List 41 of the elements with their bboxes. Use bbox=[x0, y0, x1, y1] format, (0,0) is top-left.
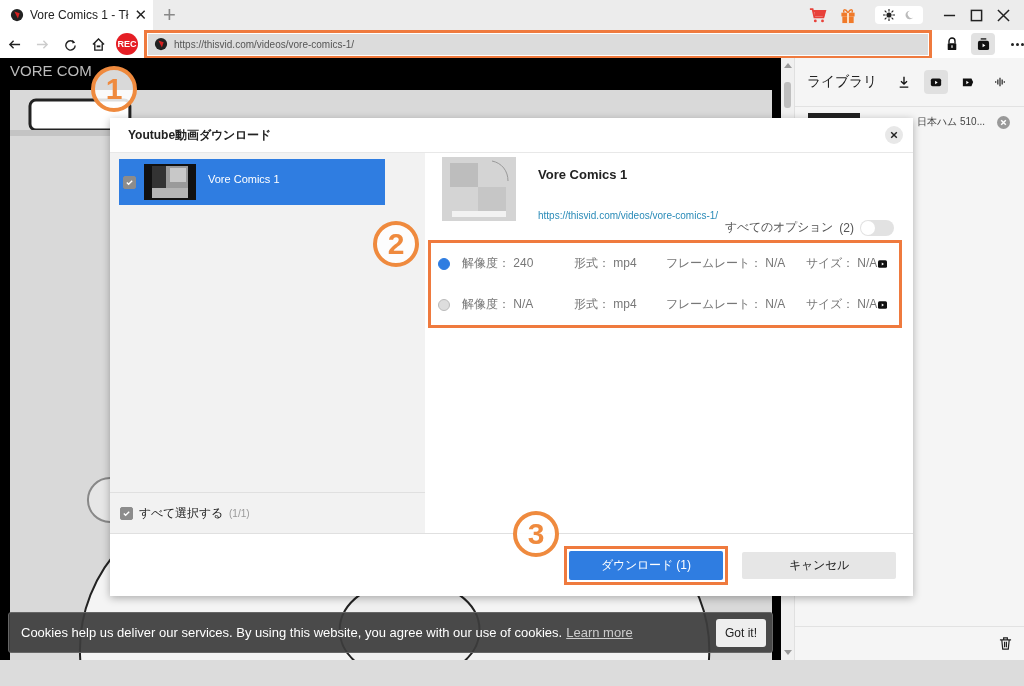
library-item-title: 日本ハム 510... bbox=[916, 115, 986, 129]
close-button[interactable] bbox=[885, 126, 903, 144]
library-tab[interactable] bbox=[924, 70, 948, 94]
cancel-button[interactable]: キャンセル bbox=[742, 551, 896, 579]
library-title: ライブラリ bbox=[807, 73, 879, 91]
address-bar[interactable]: https://thisvid.com/videos/vore-comics-1/ bbox=[148, 33, 928, 55]
options-count: (2) bbox=[839, 220, 854, 235]
video-icon bbox=[878, 259, 887, 268]
cart-icon[interactable] bbox=[809, 6, 827, 24]
video-icon bbox=[930, 76, 942, 88]
download-icon bbox=[898, 76, 910, 88]
new-tab-button[interactable]: + bbox=[163, 4, 176, 26]
close-tab-button[interactable]: ✕ bbox=[134, 6, 148, 24]
theme-toggle[interactable] bbox=[875, 6, 923, 24]
page-heading: VORE COM bbox=[10, 61, 92, 81]
scroll-thumb[interactable] bbox=[784, 82, 792, 108]
site-logo-icon bbox=[154, 37, 168, 51]
size-text: サイズ： N/A bbox=[806, 296, 878, 313]
audio-wave-icon bbox=[994, 76, 1006, 88]
close-icon[interactable] bbox=[997, 8, 1010, 22]
video-download-button[interactable] bbox=[971, 33, 995, 55]
lock-icon[interactable] bbox=[946, 37, 958, 51]
browser-tab[interactable]: Vore Comics 1 - Tł ✕ bbox=[0, 0, 154, 30]
home-icon[interactable] bbox=[92, 37, 105, 51]
sun-icon bbox=[883, 9, 895, 21]
size-text: サイズ： N/A bbox=[806, 255, 878, 272]
app-logo-icon bbox=[10, 8, 24, 22]
video-icon bbox=[976, 37, 990, 51]
reload-icon[interactable] bbox=[64, 37, 77, 51]
trash-icon[interactable] bbox=[999, 637, 1012, 650]
toggle-switch[interactable] bbox=[860, 219, 894, 236]
more-icon[interactable] bbox=[1011, 42, 1024, 46]
remove-icon[interactable] bbox=[997, 115, 1010, 129]
video-icon bbox=[878, 300, 887, 309]
url-text: https://thisvid.com/videos/vore-comics-1/ bbox=[174, 38, 355, 50]
close-icon bbox=[890, 131, 898, 139]
video-clip-icon bbox=[962, 76, 974, 88]
moon-icon bbox=[903, 9, 915, 21]
record-button[interactable]: REC bbox=[116, 33, 138, 55]
maximize-icon[interactable] bbox=[970, 8, 983, 22]
tab-title: Vore Comics 1 - Tł bbox=[30, 8, 129, 22]
